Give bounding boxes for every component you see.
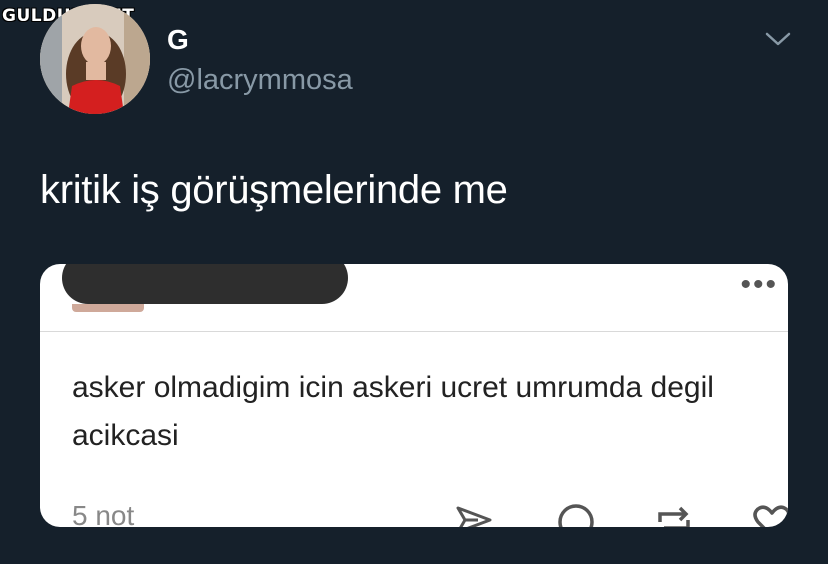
tweet-text: kritik iş görüşmelerinde me (40, 168, 508, 212)
user-handle[interactable]: @lacrymmosa (167, 64, 353, 97)
embedded-post-card: ••• asker olmadigim icin askeri ucret um… (40, 264, 788, 527)
post-actions (40, 496, 788, 527)
reply-icon[interactable] (556, 502, 596, 527)
post-body: asker olmadigim icin askeri ucret umrumd… (72, 371, 714, 452)
more-dots-icon[interactable]: ••• (740, 268, 778, 302)
redacted-username (62, 264, 348, 304)
send-icon[interactable] (454, 504, 494, 527)
post-avatar-thumbnail (72, 304, 144, 312)
avatar-image (40, 4, 150, 114)
reblog-icon[interactable] (654, 504, 694, 527)
divider (40, 331, 788, 332)
chevron-down-icon[interactable] (764, 28, 792, 50)
heart-icon[interactable] (752, 504, 788, 527)
display-name[interactable]: G (167, 24, 189, 56)
avatar[interactable] (40, 4, 150, 114)
